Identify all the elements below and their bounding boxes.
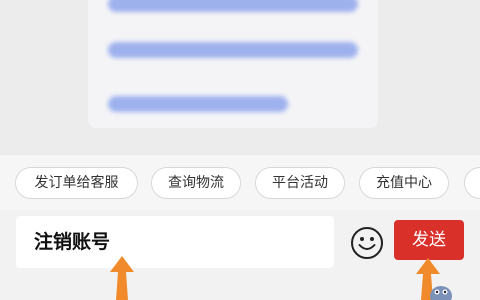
quick-reply-activities[interactable]: 平台活动 — [255, 167, 345, 199]
blurred-text-line — [108, 0, 358, 12]
quick-reply-logistics[interactable]: 查询物流 — [151, 167, 241, 199]
quick-reply-bar: 发订单给客服 查询物流 平台活动 充值中心 — [0, 155, 480, 210]
quick-reply-more[interactable] — [464, 167, 480, 199]
mascot-avatar-icon — [430, 286, 452, 300]
blurred-text-line — [108, 96, 288, 112]
message-input[interactable]: 注销账号 — [16, 216, 334, 268]
quick-reply-send-order[interactable]: 发订单给客服 — [15, 167, 138, 199]
blurred-message-card — [88, 0, 378, 128]
quick-reply-recharge[interactable]: 充值中心 — [359, 167, 449, 199]
blurred-text-line — [108, 42, 358, 58]
smiley-face-icon[interactable] — [350, 226, 384, 260]
chat-message-area — [0, 0, 480, 155]
orange-arrow-icon — [110, 256, 134, 300]
